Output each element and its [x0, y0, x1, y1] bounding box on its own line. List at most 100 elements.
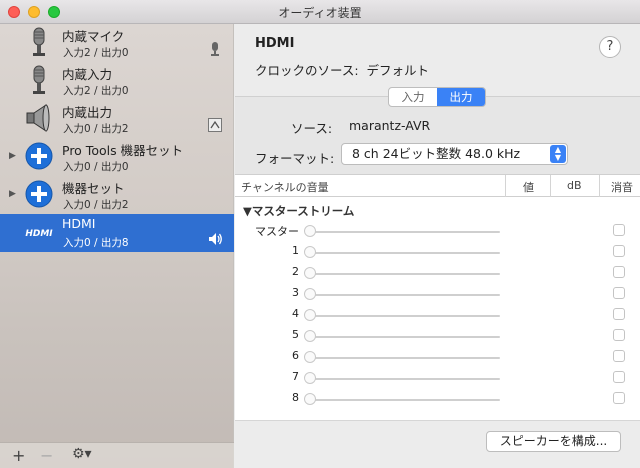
volume-slider-track[interactable]	[307, 252, 500, 254]
volume-slider-knob[interactable]	[304, 288, 316, 300]
volume-slider-knob[interactable]	[304, 351, 316, 363]
table-row: 6	[235, 346, 640, 367]
mute-checkbox[interactable]	[613, 350, 625, 362]
audio-midi-window: オーディオ装置 内蔵マイク 入力2 / 出力0 内蔵入力 入力2 / 出力0 内…	[0, 0, 640, 468]
volume-slider-track[interactable]	[307, 294, 500, 296]
volume-slider-knob[interactable]	[304, 330, 316, 342]
output-port-icon	[208, 118, 222, 132]
channel-label: 2	[292, 265, 299, 278]
volume-slider-track[interactable]	[307, 399, 500, 401]
device-builtin-input[interactable]: 内蔵入力 入力2 / 出力0	[0, 62, 234, 100]
title-bar: オーディオ装置	[0, 0, 640, 24]
device-name: HDMI	[62, 216, 96, 231]
mute-checkbox[interactable]	[613, 371, 625, 383]
tab-input[interactable]: 入力	[389, 88, 437, 106]
clock-source-value[interactable]: デフォルト	[367, 63, 430, 78]
channel-label: マスター	[255, 225, 299, 238]
channel-label: 4	[292, 307, 299, 320]
device-io: 入力0 / 出力0	[63, 161, 129, 173]
mute-checkbox[interactable]	[613, 308, 625, 320]
device-sidebar: 内蔵マイク 入力2 / 出力0 内蔵入力 入力2 / 出力0 内蔵出力 入力0 …	[0, 24, 234, 468]
table-row: 8	[235, 388, 640, 409]
footer-bar: スピーカーを構成...	[235, 420, 640, 468]
tab-output[interactable]: 出力	[437, 88, 485, 106]
channel-volume-table: チャンネルの音量 値 dB 消音 ▼マスターストリーム マスター 1 2 3 4 5 6 7 8	[235, 174, 640, 420]
volume-slider-knob[interactable]	[304, 267, 316, 279]
mic-small-icon	[211, 42, 219, 56]
table-row: 7	[235, 367, 640, 388]
volume-slider-track[interactable]	[307, 378, 500, 380]
format-select[interactable]: 8 ch 24ビット整数 48.0 kHz ▲ ▼	[341, 143, 568, 165]
window-title: オーディオ装置	[278, 6, 362, 20]
table-row: 4	[235, 304, 640, 325]
device-name: 内蔵出力	[62, 105, 113, 120]
channel-label: 8	[292, 391, 299, 404]
clock-source: クロックのソース: デフォルト	[255, 60, 429, 79]
column-db[interactable]: dB	[567, 179, 582, 192]
sidebar-toolbar: + − ⚙▾	[0, 442, 234, 468]
table-header: チャンネルの音量 値 dB 消音	[235, 175, 640, 197]
source-value: marantz-AVR	[349, 118, 431, 133]
volume-slider-knob[interactable]	[304, 246, 316, 258]
table-row: 5	[235, 325, 640, 346]
microphone-icon	[33, 65, 45, 94]
table-row: マスター	[235, 220, 640, 241]
remove-device-button[interactable]: −	[40, 446, 53, 465]
column-value[interactable]: 値	[523, 179, 534, 195]
volume-icon	[209, 233, 222, 245]
configure-speakers-button[interactable]: スピーカーを構成...	[486, 431, 621, 452]
device-detail-pane: HDMI クロックのソース: デフォルト ? 入力 出力 ソース: marant…	[235, 24, 640, 468]
device-io: 入力0 / 出力2	[63, 123, 129, 135]
help-button[interactable]: ?	[599, 36, 621, 58]
volume-slider-track[interactable]	[307, 357, 500, 359]
format-label: フォーマット:	[255, 151, 335, 166]
plus-circle-icon	[25, 142, 53, 170]
channel-label: 6	[292, 349, 299, 362]
format-value: 8 ch 24ビット整数 48.0 kHz	[352, 146, 521, 161]
mute-checkbox[interactable]	[613, 392, 625, 404]
mute-checkbox[interactable]	[613, 287, 625, 299]
volume-slider-knob[interactable]	[304, 225, 316, 237]
gear-menu-button[interactable]: ⚙▾	[72, 446, 92, 462]
channel-label: 1	[292, 244, 299, 257]
hdmi-logo-icon: HDMI	[25, 229, 53, 239]
device-builtin-mic[interactable]: 内蔵マイク 入力2 / 出力0	[0, 24, 234, 62]
device-pro-tools-aggregate[interactable]: ▶ Pro Tools 機器セット 入力0 / 出力0	[0, 138, 234, 176]
mute-checkbox[interactable]	[613, 266, 625, 278]
clock-source-label: クロックのソース:	[255, 63, 359, 78]
table-row: 2	[235, 262, 640, 283]
device-hdmi[interactable]: HDMI HDMI 入力0 / 出力8	[0, 214, 234, 252]
device-title: HDMI	[255, 36, 295, 51]
volume-slider-knob[interactable]	[304, 309, 316, 321]
device-io: 入力2 / 出力0	[63, 85, 129, 97]
volume-slider-knob[interactable]	[304, 393, 316, 405]
input-output-segmented-control: 入力 出力	[388, 87, 486, 107]
column-channel-volume[interactable]: チャンネルの音量	[241, 179, 329, 195]
speaker-icon	[26, 104, 50, 132]
volume-slider-track[interactable]	[307, 273, 500, 275]
device-aggregate[interactable]: ▶ 機器セット 入力0 / 出力2	[0, 176, 234, 214]
volume-slider-track[interactable]	[307, 315, 500, 317]
device-io: 入力2 / 出力0	[63, 47, 129, 59]
channel-label: 3	[292, 286, 299, 299]
disclosure-triangle-icon[interactable]: ▶	[9, 189, 16, 199]
volume-slider-track[interactable]	[307, 231, 500, 233]
device-builtin-output[interactable]: 内蔵出力 入力0 / 出力2	[0, 100, 234, 138]
device-name: Pro Tools 機器セット	[62, 143, 184, 158]
mute-checkbox[interactable]	[613, 224, 625, 236]
source-label: ソース:	[291, 121, 333, 136]
volume-slider-knob[interactable]	[304, 372, 316, 384]
column-mute[interactable]: 消音	[611, 179, 633, 195]
mute-checkbox[interactable]	[613, 329, 625, 341]
device-name: 内蔵入力	[62, 67, 113, 82]
device-name: 内蔵マイク	[62, 29, 125, 44]
channel-label: 7	[292, 370, 299, 383]
add-device-button[interactable]: +	[12, 446, 25, 465]
master-stream-group[interactable]: ▼マスターストリーム	[243, 203, 354, 219]
microphone-icon	[33, 27, 45, 56]
device-name: 機器セット	[62, 181, 125, 196]
svg-text:HDMI: HDMI	[25, 229, 53, 239]
mute-checkbox[interactable]	[613, 245, 625, 257]
volume-slider-track[interactable]	[307, 336, 500, 338]
disclosure-triangle-icon[interactable]: ▶	[9, 151, 16, 161]
